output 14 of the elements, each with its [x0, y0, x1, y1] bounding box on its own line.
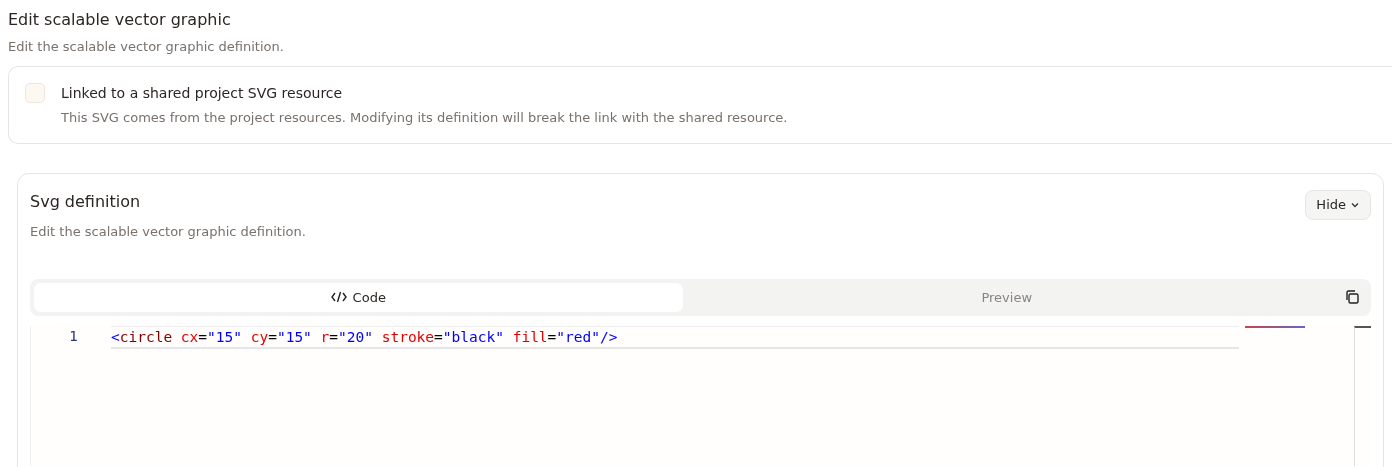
checkbox[interactable]: [25, 82, 45, 103]
card-title: Svg definition: [30, 191, 142, 214]
tab[interactable]: Code: [34, 282, 683, 313]
card-subtitle: Edit the scalable vector graphic definition.: [30, 223, 306, 242]
section-title: Edit scalable vector graphic: [8, 10, 232, 30]
scrollbar[interactable]: [1354, 326, 1371, 467]
line-number: 1: [68, 327, 79, 347]
checkbox-label: Linked to a shared project SVG resource: [61, 83, 344, 103]
section-subtitle: Edit the scalable vector graphic definition.: [8, 38, 285, 57]
copy-icon[interactable]: [1345, 290, 1359, 305]
hide-button[interactable]: Hide: [1305, 190, 1371, 220]
code-line: <circle cx="15" cy="15" r="20" stroke="black" fill="red"/>: [111, 326, 1239, 350]
checkbox-help: This SVG comes from the project resources. Modifying its definition will break the link with the shared resource.: [61, 108, 788, 127]
code-icon: [330, 290, 347, 303]
